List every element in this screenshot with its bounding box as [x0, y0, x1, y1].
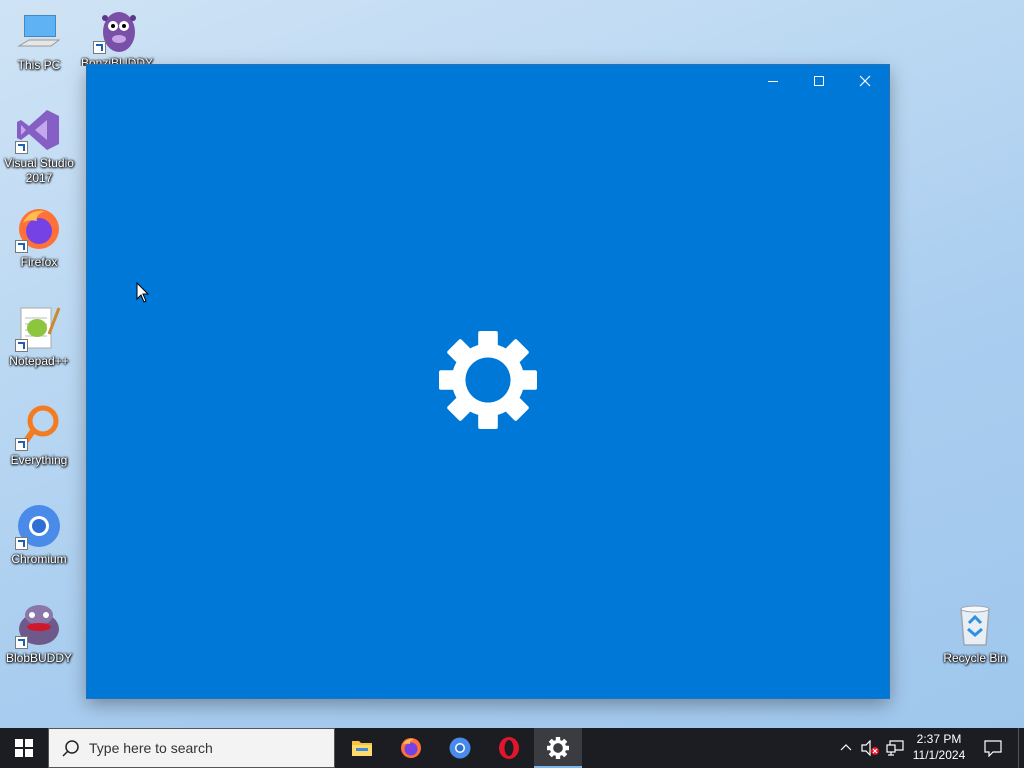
desktop-icon-label: Everything	[10, 453, 68, 467]
show-desktop-button[interactable]	[1018, 728, 1024, 768]
desktop-icon-label: Visual Studio 2017	[4, 156, 74, 185]
chromium-icon	[15, 502, 63, 550]
notepadpp-icon	[15, 304, 63, 352]
visual-studio-icon	[15, 106, 63, 154]
network-icon	[886, 740, 904, 756]
chevron-up-icon	[840, 744, 852, 751]
everything-icon	[15, 403, 63, 451]
close-button[interactable]	[842, 65, 888, 97]
start-button[interactable]	[0, 728, 48, 768]
taskbar-app-file-explorer[interactable]	[338, 728, 386, 768]
blobbuddy-icon	[15, 601, 63, 649]
search-icon	[62, 740, 79, 757]
settings-window[interactable]	[87, 65, 889, 698]
taskbar-search-box[interactable]: Type here to search	[48, 728, 335, 768]
shortcut-arrow-icon	[15, 537, 28, 550]
firefox-icon	[401, 738, 421, 758]
desktop-icon-label: Recycle Bin	[943, 651, 1007, 665]
desktop-icon-label: BlobBUDDY	[5, 651, 73, 665]
desktop-icon-label: This PC	[17, 58, 61, 72]
desktop-icon-label: Chromium	[11, 552, 67, 566]
desktop-icon-label: Notepad++	[9, 354, 69, 368]
desktop-icon-bonzibuddy[interactable]: BonziBUDDY	[78, 6, 156, 66]
shortcut-arrow-icon	[93, 41, 106, 54]
bonzibuddy-icon	[93, 6, 141, 54]
show-hidden-icons-button[interactable]	[836, 728, 856, 768]
firefox-icon	[15, 205, 63, 253]
taskbar-clock[interactable]: 2:37 PM 11/1/2024	[908, 731, 970, 763]
desktop-icon-firefox[interactable]: Firefox	[0, 205, 78, 270]
windows-logo-icon	[15, 739, 33, 757]
desktop-icon-everything[interactable]: Everything	[0, 403, 78, 468]
desktop-icon-blobbuddy[interactable]: BlobBUDDY	[0, 601, 78, 666]
taskbar-app-opera[interactable]	[485, 728, 533, 768]
search-placeholder: Type here to search	[89, 740, 213, 756]
minimize-icon	[768, 81, 778, 82]
volume-muted-icon	[861, 740, 879, 756]
maximize-button[interactable]	[796, 65, 842, 97]
clock-time: 2:37 PM	[916, 732, 962, 746]
shortcut-arrow-icon	[15, 636, 28, 649]
shortcut-arrow-icon	[15, 141, 28, 154]
volume-button[interactable]	[858, 728, 882, 768]
clock-date: 11/1/2024	[912, 748, 966, 762]
desktop-icon-this-pc[interactable]: This PC	[0, 8, 78, 73]
desktop-icon-chromium[interactable]: Chromium	[0, 502, 78, 567]
desktop-icon-label: Firefox	[20, 255, 58, 269]
chromium-icon	[449, 737, 471, 759]
gear-icon	[547, 737, 569, 759]
recycle-bin-icon	[951, 601, 999, 649]
shortcut-arrow-icon	[15, 339, 28, 352]
taskbar-app-chromium[interactable]	[436, 728, 484, 768]
notification-icon	[984, 740, 1002, 757]
desktop-icon-notepadpp[interactable]: Notepad++	[0, 304, 78, 369]
shortcut-arrow-icon	[15, 240, 28, 253]
desktop-icon-recycle-bin[interactable]: Recycle Bin	[936, 601, 1014, 666]
maximize-icon	[814, 76, 824, 86]
file-explorer-icon	[352, 741, 372, 756]
taskbar: Type here to search 2:37 PM 11/1/2024	[0, 728, 1024, 768]
minimize-button[interactable]	[750, 65, 796, 97]
action-center-button[interactable]	[978, 728, 1008, 768]
network-button[interactable]	[884, 728, 906, 768]
mouse-cursor	[136, 281, 150, 304]
close-icon	[859, 75, 871, 87]
taskbar-app-settings[interactable]	[534, 728, 582, 768]
this-pc-icon	[15, 8, 63, 56]
gear-icon	[439, 331, 537, 429]
opera-icon	[499, 737, 519, 759]
taskbar-app-firefox[interactable]	[387, 728, 435, 768]
desktop-icon-visual-studio[interactable]: Visual Studio 2017	[0, 106, 78, 186]
shortcut-arrow-icon	[15, 438, 28, 451]
